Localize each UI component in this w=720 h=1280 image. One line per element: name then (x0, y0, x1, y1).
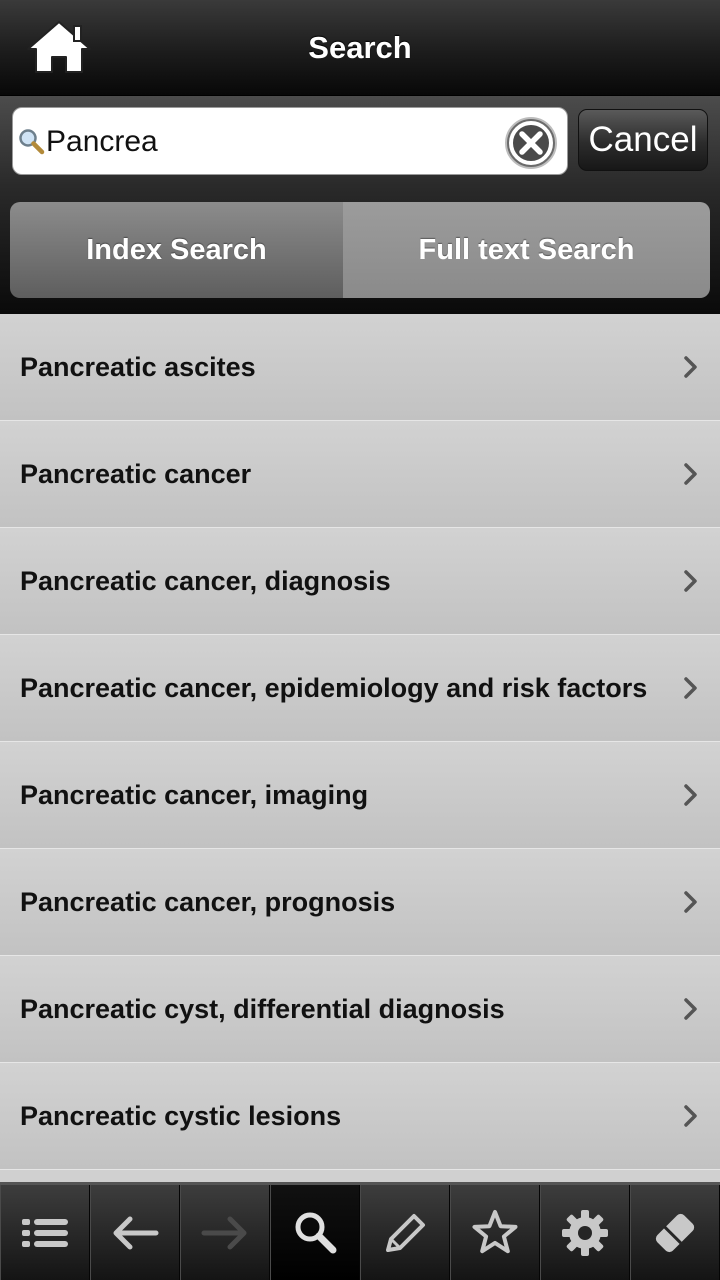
list-item-label: Pancreatic cancer, prognosis (20, 886, 396, 917)
list-item-label: Pancreatic cancer, epidemiology and risk… (20, 672, 648, 703)
chevron-right-icon (684, 677, 697, 699)
chevron-right-icon (684, 356, 697, 378)
eraser-icon (655, 1213, 695, 1252)
pencil-icon (386, 1213, 425, 1252)
toolbar-notes-button[interactable] (360, 1185, 450, 1280)
toolbar-back-button[interactable] (90, 1185, 180, 1280)
list-icon (22, 1218, 68, 1247)
chevron-right-icon (684, 998, 697, 1020)
gear-icon (562, 1209, 608, 1256)
list-item[interactable]: Pancreatic cyst, differential diagnosis (0, 956, 720, 1063)
list-item[interactable]: Pancreatic ascites (0, 314, 720, 421)
toolbar-search-button[interactable] (270, 1185, 360, 1280)
chevron-right-icon (684, 463, 697, 485)
star-icon (472, 1209, 518, 1253)
search-mode-area: Index Search Full text Search (0, 186, 720, 314)
search-icon (295, 1212, 337, 1253)
clear-icon (505, 117, 557, 169)
chevron-right-icon (684, 891, 697, 913)
chevron-right-icon (684, 1105, 697, 1127)
list-item[interactable]: Pancreatic cancer (0, 421, 720, 528)
tab-index-search[interactable]: Index Search (10, 202, 343, 298)
cancel-button[interactable]: Cancel (578, 109, 708, 171)
list-item-label: Pancreatic cyst, differential diagnosis (20, 993, 505, 1024)
tab-full-text-search[interactable]: Full text Search (343, 202, 710, 298)
toolbar-favorites-button[interactable] (450, 1185, 540, 1280)
list-item[interactable]: Pancreatic cystic lesions (0, 1063, 720, 1170)
list-item-label: Pancreatic cancer, diagnosis (20, 565, 391, 596)
list-item-label: Pancreatic cystic lesions (20, 1100, 342, 1131)
search-field (12, 107, 568, 175)
chevron-right-icon (684, 570, 697, 592)
page-title: Search (308, 30, 412, 65)
search-bar: Cancel (0, 96, 720, 186)
toolbar-contents-button[interactable] (0, 1185, 90, 1280)
list-item-label: Pancreatic cancer, imaging (20, 779, 369, 810)
back-arrow-icon (113, 1216, 159, 1249)
header-bar: Search (0, 0, 720, 96)
forward-arrow-icon (201, 1216, 247, 1249)
toolbar-forward-button[interactable] (180, 1185, 270, 1280)
list-item[interactable]: Pancreatic cancer, epidemiology and risk… (0, 635, 720, 742)
chevron-right-icon (684, 784, 697, 806)
search-mode-segmented-control: Index Search Full text Search (10, 202, 710, 298)
clear-search-button[interactable] (503, 115, 559, 171)
toolbar-clear-button[interactable] (630, 1185, 720, 1280)
list-item-label: Pancreatic cancer (20, 458, 252, 489)
bottom-toolbar (0, 1182, 720, 1280)
list-item-label: Pancreatic ascites (20, 351, 256, 382)
search-results-list: Pancreatic ascites Pancreatic cancer Pan… (0, 314, 720, 1182)
toolbar-settings-button[interactable] (540, 1185, 630, 1280)
list-item[interactable]: Pancreatic cancer, prognosis (0, 849, 720, 956)
search-input[interactable] (46, 118, 496, 166)
list-item[interactable]: Pancreatic cancer, imaging (0, 742, 720, 849)
magnifier-icon (19, 129, 45, 155)
list-item[interactable]: Pancreatic cancer, diagnosis (0, 528, 720, 635)
